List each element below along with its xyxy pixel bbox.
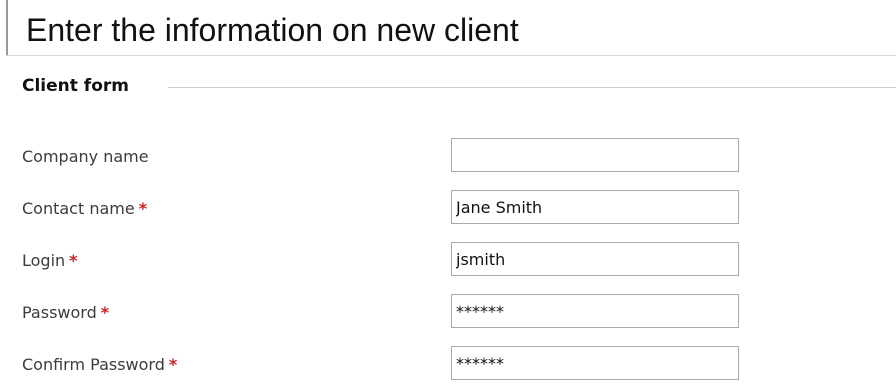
- required-marker: *: [100, 303, 110, 322]
- confirm-password-input[interactable]: [451, 346, 739, 380]
- fieldset-divider: [168, 87, 896, 88]
- form-row-password: Password *: [0, 294, 896, 334]
- required-marker: *: [138, 199, 148, 218]
- form-row-contact-name: Contact name *: [0, 190, 896, 230]
- title-divider: [6, 55, 896, 56]
- contact-name-input[interactable]: [451, 190, 739, 224]
- login-label: Login *: [22, 251, 78, 270]
- company-name-input[interactable]: [451, 138, 739, 172]
- fieldset-legend: Client form: [22, 76, 129, 96]
- title-accent-border: [6, 0, 8, 56]
- required-marker: *: [168, 355, 178, 374]
- login-input[interactable]: [451, 242, 739, 276]
- contact-name-label: Contact name *: [22, 199, 148, 218]
- password-label: Password *: [22, 303, 110, 322]
- form-row-login: Login *: [0, 242, 896, 282]
- page-title: Enter the information on new client: [26, 12, 519, 48]
- company-name-label: Company name: [22, 147, 149, 166]
- confirm-password-label: Confirm Password *: [22, 355, 178, 374]
- form-row-confirm-password: Confirm Password *: [0, 346, 896, 386]
- password-input[interactable]: [451, 294, 739, 328]
- required-marker: *: [69, 251, 78, 270]
- form-row-company-name: Company name: [0, 138, 896, 178]
